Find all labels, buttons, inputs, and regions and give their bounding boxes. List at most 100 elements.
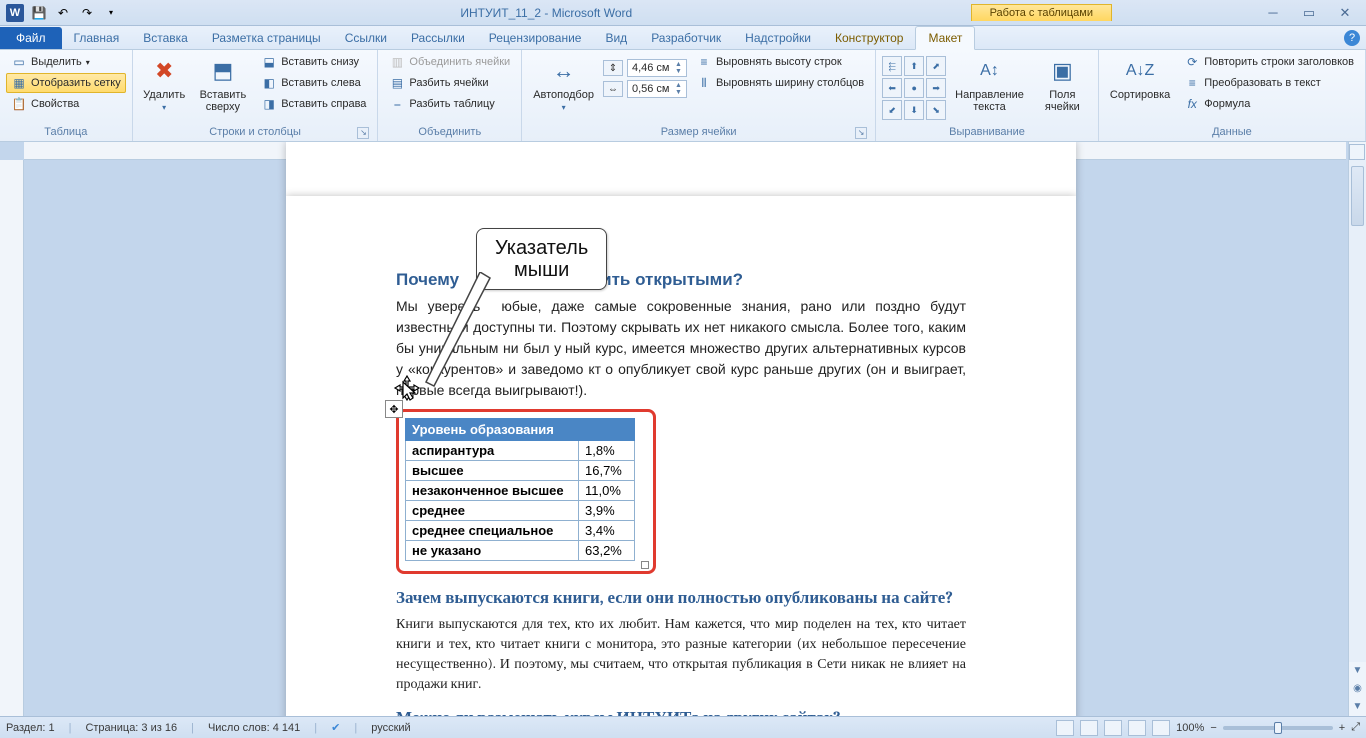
- formula-icon: fx: [1184, 96, 1200, 112]
- tab-references[interactable]: Ссылки: [333, 27, 399, 49]
- vertical-ruler[interactable]: [0, 160, 24, 716]
- zoom-in-icon[interactable]: +: [1339, 722, 1345, 734]
- qat-customize-icon[interactable]: ▾: [100, 3, 122, 23]
- status-bar: Раздел: 1| Страница: 3 из 16| Число слов…: [0, 716, 1366, 738]
- align-bl[interactable]: ⬋: [882, 100, 902, 120]
- align-br[interactable]: ⬊: [926, 100, 946, 120]
- document-canvas[interactable]: Почемухххххххххххххххить открытыми? Мы у…: [24, 142, 1348, 716]
- align-mr[interactable]: ➡: [926, 78, 946, 98]
- restore-icon[interactable]: ▭: [1298, 5, 1320, 21]
- zoom-level[interactable]: 100%: [1176, 722, 1204, 734]
- select-label: Выделить: [31, 56, 82, 68]
- to-text-icon: ≡: [1184, 75, 1200, 91]
- cell-margins-button[interactable]: ▣Поля ячейки: [1033, 52, 1092, 116]
- group-table: ▭Выделить▾ ▦Отобразить сетку 📋Свойства Т…: [0, 50, 133, 141]
- align-bc[interactable]: ⬇: [904, 100, 924, 120]
- repeat-header-button[interactable]: ⟳Повторить строки заголовков: [1179, 52, 1359, 72]
- align-tl[interactable]: ⬱: [882, 56, 902, 76]
- tab-view[interactable]: Вид: [593, 27, 639, 49]
- insert-above-button[interactable]: ⬒Вставить сверху: [194, 52, 253, 116]
- col-width-input[interactable]: 0,56 см▲▼: [627, 80, 687, 98]
- status-page[interactable]: Страница: 3 из 16: [85, 722, 177, 734]
- view-full-screen-icon[interactable]: [1080, 720, 1098, 736]
- gridlines-button[interactable]: ▦Отобразить сетку: [6, 73, 126, 93]
- formula-button[interactable]: fxФормула: [1179, 94, 1359, 114]
- sort-button[interactable]: A↓ZСортировка: [1105, 52, 1175, 104]
- sort-icon: A↓Z: [1124, 55, 1156, 87]
- cell-size-dialog-launcher[interactable]: ↘: [855, 127, 867, 139]
- split-cells-button[interactable]: ▤Разбить ячейки: [384, 73, 515, 93]
- view-print-layout-icon[interactable]: [1056, 720, 1074, 736]
- status-language[interactable]: русский: [371, 722, 410, 734]
- align-ml[interactable]: ⬅: [882, 78, 902, 98]
- table-resize-handle-icon[interactable]: [641, 561, 649, 569]
- tab-developer[interactable]: Разработчик: [639, 27, 733, 49]
- help-icon[interactable]: ?: [1344, 30, 1360, 46]
- insert-above-icon: ⬒: [207, 55, 239, 87]
- merge-cells-button[interactable]: ▥Объединить ячейки: [384, 52, 515, 72]
- repeat-header-icon: ⟳: [1184, 54, 1200, 70]
- group-cell-size-label: Размер ячейки: [661, 126, 737, 138]
- group-merge-label: Объединить: [384, 124, 515, 141]
- insert-below-button[interactable]: ⬓Вставить снизу: [256, 52, 371, 72]
- row-height-input[interactable]: 4,46 см▲▼: [627, 59, 687, 77]
- proofing-icon[interactable]: ✔: [331, 721, 340, 734]
- file-tab[interactable]: Файл: [0, 27, 62, 49]
- quick-access-toolbar: W 💾 ↶ ↷ ▾: [0, 3, 122, 23]
- tab-mailings[interactable]: Рассылки: [399, 27, 477, 49]
- ribbon-tabs: Файл Главная Вставка Разметка страницы С…: [0, 26, 1366, 50]
- save-icon[interactable]: 💾: [28, 3, 50, 23]
- insert-right-button[interactable]: ◨Вставить справа: [256, 94, 371, 114]
- education-table[interactable]: Уровень образования аспирантура1,8% высш…: [405, 418, 635, 561]
- properties-button[interactable]: 📋Свойства: [6, 94, 126, 114]
- redo-icon[interactable]: ↷: [76, 3, 98, 23]
- insert-left-button[interactable]: ◧Вставить слева: [256, 73, 371, 93]
- tab-design[interactable]: Конструктор: [823, 27, 915, 49]
- insert-left-icon: ◧: [261, 75, 277, 91]
- callout-pointer-icon: [420, 272, 500, 392]
- tab-home[interactable]: Главная: [62, 27, 132, 49]
- minimize-icon[interactable]: ─: [1262, 5, 1284, 21]
- tab-page-layout[interactable]: Разметка страницы: [200, 27, 333, 49]
- status-words[interactable]: Число слов: 4 141: [208, 722, 300, 734]
- text-direction-button[interactable]: A↕Направление текста: [950, 52, 1029, 116]
- group-alignment-label: Выравнивание: [882, 124, 1092, 141]
- close-icon[interactable]: ✕: [1334, 5, 1356, 21]
- zoom-slider[interactable]: [1223, 726, 1333, 730]
- select-button[interactable]: ▭Выделить▾: [6, 52, 126, 72]
- ruler-toggle-icon[interactable]: [1349, 144, 1365, 160]
- next-page-icon[interactable]: ▼: [1349, 698, 1366, 716]
- zoom-out-icon[interactable]: −: [1210, 722, 1216, 734]
- word-app-icon[interactable]: W: [4, 3, 26, 23]
- delete-icon: ✖: [148, 55, 180, 87]
- table-move-handle-icon[interactable]: ✥: [385, 400, 403, 418]
- to-text-button[interactable]: ≡Преобразовать в текст: [1179, 73, 1359, 93]
- status-section[interactable]: Раздел: 1: [6, 722, 55, 734]
- tab-layout[interactable]: Макет: [915, 26, 975, 50]
- group-merge: ▥Объединить ячейки ▤Разбить ячейки ⎯Разб…: [378, 50, 522, 141]
- scroll-down-icon[interactable]: ▼: [1349, 662, 1366, 680]
- group-cell-size: ↔Автоподбор▾ ⇕4,46 см▲▼ ⇔0,56 см▲▼ ≡Выро…: [522, 50, 876, 141]
- view-web-layout-icon[interactable]: [1104, 720, 1122, 736]
- delete-button[interactable]: ✖Удалить▾: [139, 52, 190, 117]
- view-draft-icon[interactable]: [1152, 720, 1170, 736]
- contextual-tab-group-label: Работа с таблицами: [971, 4, 1112, 21]
- align-tr[interactable]: ⬈: [926, 56, 946, 76]
- prev-page-icon[interactable]: ◉: [1349, 680, 1366, 698]
- rows-cols-dialog-launcher[interactable]: ↘: [357, 127, 369, 139]
- tab-review[interactable]: Рецензирование: [477, 27, 594, 49]
- distribute-cols-button[interactable]: ⦀Выровнять ширину столбцов: [691, 73, 869, 93]
- align-tc[interactable]: ⬆: [904, 56, 924, 76]
- vertical-scrollbar[interactable]: ▲ ▼ ◉ ▼: [1348, 142, 1366, 716]
- tab-addins[interactable]: Надстройки: [733, 27, 823, 49]
- split-table-button[interactable]: ⎯Разбить таблицу: [384, 94, 515, 114]
- view-outline-icon[interactable]: [1128, 720, 1146, 736]
- autofit-button[interactable]: ↔Автоподбор▾: [528, 52, 599, 117]
- fit-page-icon[interactable]: ⤢: [1351, 721, 1360, 734]
- insert-below-icon: ⬓: [261, 54, 277, 70]
- align-mc[interactable]: ●: [904, 78, 924, 98]
- undo-icon[interactable]: ↶: [52, 3, 74, 23]
- tab-insert[interactable]: Вставка: [131, 27, 200, 49]
- distribute-rows-button[interactable]: ≡Выровнять высоту строк: [691, 52, 869, 72]
- heading-2: Зачем выпускаются книги, если они полнос…: [396, 588, 966, 608]
